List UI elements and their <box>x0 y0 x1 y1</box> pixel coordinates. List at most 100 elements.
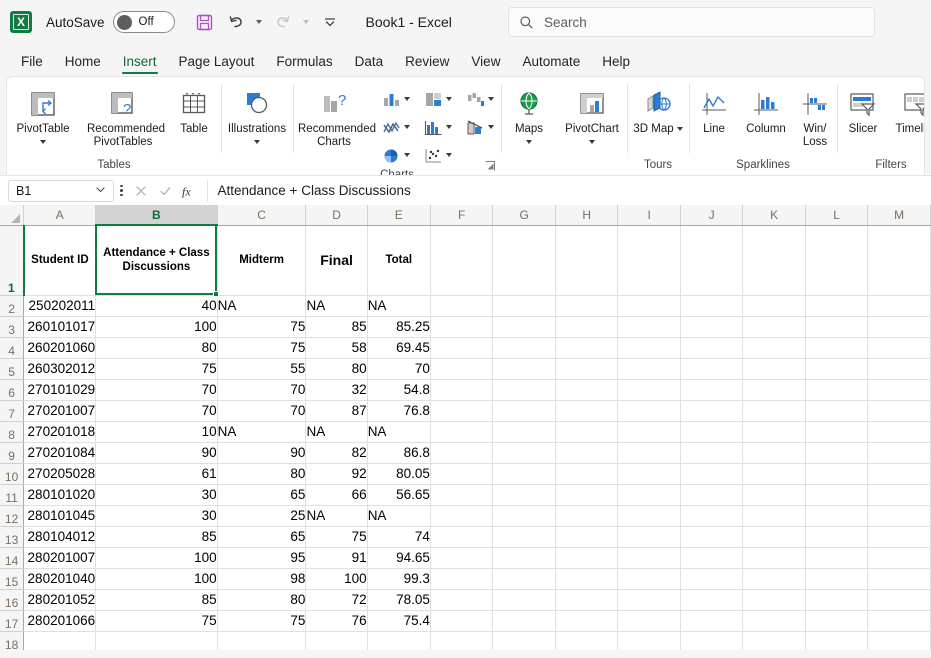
cell-f10[interactable] <box>430 463 493 484</box>
cell-e5[interactable]: 70 <box>367 358 430 379</box>
cell-b12[interactable]: 30 <box>96 505 218 526</box>
cell-d9[interactable]: 82 <box>306 442 367 463</box>
cell-c4[interactable]: 75 <box>217 337 306 358</box>
cell-h8[interactable] <box>555 421 618 442</box>
cell-i6[interactable] <box>618 379 680 400</box>
row-header-15[interactable]: 15 <box>0 568 24 589</box>
cell-f14[interactable] <box>430 547 493 568</box>
cell-h17[interactable] <box>555 610 618 631</box>
cell-k8[interactable] <box>743 421 806 442</box>
cell-d16[interactable]: 72 <box>306 589 367 610</box>
cell-l11[interactable] <box>805 484 867 505</box>
ribbon-button-maps[interactable]: Maps <box>501 81 557 148</box>
cell-m15[interactable] <box>868 568 931 589</box>
cell-f9[interactable] <box>430 442 493 463</box>
tab-formulas[interactable]: Formulas <box>265 50 343 76</box>
cell-l10[interactable] <box>805 463 867 484</box>
cell-a12[interactable]: 280101045 <box>24 505 96 526</box>
cell-j12[interactable] <box>680 505 742 526</box>
column-header-b[interactable]: B <box>96 205 218 225</box>
tab-view[interactable]: View <box>460 50 511 76</box>
cell-a2[interactable]: 250202011 <box>24 295 96 316</box>
cell-c18[interactable] <box>217 631 306 650</box>
cell-d6[interactable]: 32 <box>306 379 367 400</box>
chart-button-combo[interactable] <box>459 113 501 141</box>
cell-e16[interactable]: 78.05 <box>367 589 430 610</box>
cell-b14[interactable]: 100 <box>96 547 218 568</box>
cell-g7[interactable] <box>493 400 556 421</box>
cell-b1[interactable]: Attendance + Class Discussions <box>96 225 218 295</box>
ribbon-button-slicer[interactable]: Slicer <box>837 81 889 136</box>
cell-h6[interactable] <box>555 379 618 400</box>
cell-b17[interactable]: 75 <box>96 610 218 631</box>
cell-m10[interactable] <box>868 463 931 484</box>
cell-i16[interactable] <box>618 589 680 610</box>
cell-l7[interactable] <box>805 400 867 421</box>
cell-c1[interactable]: Midterm <box>217 225 306 295</box>
cell-h4[interactable] <box>555 337 618 358</box>
cell-g5[interactable] <box>493 358 556 379</box>
cell-c7[interactable]: 70 <box>217 400 306 421</box>
cell-m1[interactable] <box>868 225 931 295</box>
cell-f1[interactable] <box>430 225 493 295</box>
cell-l6[interactable] <box>805 379 867 400</box>
cell-i15[interactable] <box>618 568 680 589</box>
column-header-g[interactable]: G <box>493 205 556 225</box>
cell-l17[interactable] <box>805 610 867 631</box>
row-header-1[interactable]: 1 <box>0 225 24 295</box>
cell-d14[interactable]: 91 <box>306 547 367 568</box>
cell-e6[interactable]: 54.8 <box>367 379 430 400</box>
ribbon-button-recommended-charts[interactable]: ? Recommended Charts <box>293 81 375 149</box>
column-header-m[interactable]: M <box>868 205 931 225</box>
cell-k1[interactable] <box>743 225 806 295</box>
cell-g9[interactable] <box>493 442 556 463</box>
cell-c11[interactable]: 65 <box>217 484 306 505</box>
column-header-h[interactable]: H <box>555 205 618 225</box>
cell-i18[interactable] <box>618 631 680 650</box>
cell-l5[interactable] <box>805 358 867 379</box>
insert-function-button[interactable]: fx <box>177 179 201 203</box>
cell-f17[interactable] <box>430 610 493 631</box>
ribbon-button-sparkline-column[interactable]: Column <box>739 81 793 136</box>
row-header-10[interactable]: 10 <box>0 463 24 484</box>
cell-a13[interactable]: 280104012 <box>24 526 96 547</box>
cell-h18[interactable] <box>555 631 618 650</box>
cell-a14[interactable]: 280201007 <box>24 547 96 568</box>
column-header-j[interactable]: J <box>680 205 742 225</box>
cell-g1[interactable] <box>493 225 556 295</box>
cell-h11[interactable] <box>555 484 618 505</box>
cell-f4[interactable] <box>430 337 493 358</box>
save-button[interactable] <box>191 8 219 36</box>
cell-e14[interactable]: 94.65 <box>367 547 430 568</box>
cell-h1[interactable] <box>555 225 618 295</box>
cell-i9[interactable] <box>618 442 680 463</box>
cell-a11[interactable]: 280101020 <box>24 484 96 505</box>
cell-e13[interactable]: 74 <box>367 526 430 547</box>
cell-k14[interactable] <box>743 547 806 568</box>
row-header-6[interactable]: 6 <box>0 379 24 400</box>
cell-c16[interactable]: 80 <box>217 589 306 610</box>
cell-l2[interactable] <box>805 295 867 316</box>
cell-f3[interactable] <box>430 316 493 337</box>
cell-e15[interactable]: 99.3 <box>367 568 430 589</box>
cell-m18[interactable] <box>868 631 931 650</box>
tab-automate[interactable]: Automate <box>511 50 591 76</box>
cell-g12[interactable] <box>493 505 556 526</box>
cell-k5[interactable] <box>743 358 806 379</box>
cell-f13[interactable] <box>430 526 493 547</box>
cell-k4[interactable] <box>743 337 806 358</box>
cell-g15[interactable] <box>493 568 556 589</box>
cell-b7[interactable]: 70 <box>96 400 218 421</box>
cell-i1[interactable] <box>618 225 680 295</box>
cell-g17[interactable] <box>493 610 556 631</box>
cell-f8[interactable] <box>430 421 493 442</box>
cell-j7[interactable] <box>680 400 742 421</box>
cell-f2[interactable] <box>430 295 493 316</box>
cell-g18[interactable] <box>493 631 556 650</box>
cell-l12[interactable] <box>805 505 867 526</box>
undo-button[interactable] <box>222 8 250 36</box>
cell-f16[interactable] <box>430 589 493 610</box>
cell-l13[interactable] <box>805 526 867 547</box>
tab-home[interactable]: Home <box>54 50 112 76</box>
ribbon-button-recommended-pivot-tables[interactable]: ? Recommended PivotTables <box>79 81 167 149</box>
